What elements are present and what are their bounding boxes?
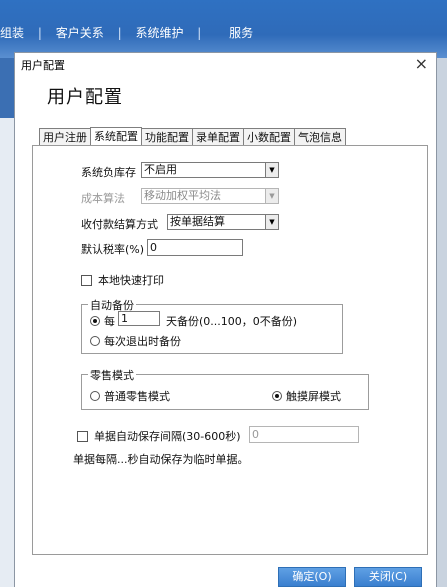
- backup-every-row: 每: [90, 313, 115, 329]
- auto-save-row: 单据自动保存间隔(30-600秒): [77, 428, 241, 444]
- cost-method-value: 移动加权平均法: [144, 189, 221, 202]
- menu-item-service[interactable]: 服务: [229, 24, 253, 41]
- retail-normal-radio[interactable]: [90, 391, 100, 401]
- menu-separator: |: [37, 26, 42, 40]
- retail-normal-label: 普通零售模式: [104, 390, 170, 403]
- dropdown-arrow-icon: ▼: [265, 189, 278, 203]
- negative-stock-select[interactable]: 不启用 ▼: [141, 162, 279, 178]
- auto-save-note: 单据每隔...秒自动保存为临时单据。: [73, 453, 249, 466]
- backup-on-exit-row: 每次退出时备份: [90, 333, 181, 349]
- background-right-strip: [437, 58, 447, 587]
- backup-every-radio[interactable]: [90, 316, 100, 326]
- menu-item-assembly[interactable]: 组装: [0, 24, 24, 41]
- quick-print-checkbox[interactable]: [81, 274, 92, 286]
- dialog-title: 用户配置: [21, 59, 65, 72]
- payment-method-value: 按单据结算: [170, 215, 225, 228]
- close-icon[interactable]: ×: [415, 54, 428, 73]
- backup-on-exit-radio[interactable]: [90, 336, 100, 346]
- auto-save-interval-input[interactable]: 0: [249, 426, 359, 443]
- cost-method-label: 成本算法: [81, 192, 125, 205]
- retail-mode-group: 零售模式 普通零售模式 触摸屏模式: [81, 367, 369, 410]
- menu-item-customer-relations[interactable]: 客户关系: [56, 24, 104, 41]
- cost-method-select[interactable]: 移动加权平均法 ▼: [141, 188, 279, 204]
- menu-separator: |: [197, 26, 202, 40]
- backup-days-suffix: 天备份(0...100，0不备份): [166, 315, 298, 328]
- negative-stock-value: 不启用: [144, 163, 177, 176]
- app-menu-bar: 组装 | 客户关系 | 系统维护 | 服务: [0, 0, 447, 58]
- user-config-dialog: 用户配置 × 用户配置 用户注册 系统配置 功能配置 录单配置 小数配置 气泡信息 系统负…: [14, 52, 437, 587]
- app-menu: 组装 | 客户关系 | 系统维护 | 服务: [0, 24, 253, 41]
- retail-normal-row: 普通零售模式: [90, 388, 170, 404]
- default-tax-input[interactable]: 0: [147, 239, 243, 256]
- dropdown-arrow-icon: ▼: [265, 215, 278, 229]
- backup-every-prefix: 每: [104, 315, 115, 328]
- auto-backup-group: 自动备份 每 1 天备份(0...100，0不备份) 每次退出时备份: [81, 297, 343, 354]
- tab-bar: 用户注册 系统配置 功能配置 录单配置 小数配置 气泡信息: [39, 126, 346, 148]
- backup-days-input[interactable]: 1: [118, 311, 160, 326]
- background-left-strip: [0, 58, 14, 587]
- retail-mode-title: 零售模式: [88, 367, 136, 383]
- negative-stock-label: 系统负库存: [81, 166, 136, 179]
- close-button[interactable]: 关闭(C): [354, 567, 422, 587]
- payment-method-select[interactable]: 按单据结算 ▼: [167, 214, 279, 230]
- menu-item-system-maintenance[interactable]: 系统维护: [135, 24, 183, 41]
- menu-separator: |: [117, 26, 122, 40]
- page-title: 用户配置: [47, 87, 123, 108]
- quick-print-label: 本地快速打印: [98, 274, 164, 287]
- auto-save-checkbox[interactable]: [77, 430, 88, 442]
- retail-touch-radio[interactable]: [272, 391, 282, 401]
- retail-touch-label: 触摸屏模式: [286, 390, 341, 403]
- system-config-panel: 系统负库存 不启用 ▼ 成本算法 移动加权平均法 ▼ 收付款结算方式 按单据结算…: [32, 145, 428, 555]
- dropdown-arrow-icon: ▼: [265, 163, 278, 177]
- auto-save-label: 单据自动保存间隔(30-600秒): [94, 430, 241, 443]
- backup-on-exit-label: 每次退出时备份: [104, 335, 181, 348]
- ok-button[interactable]: 确定(O): [278, 567, 346, 587]
- quick-print-row: 本地快速打印: [81, 272, 164, 288]
- default-tax-label: 默认税率(%): [81, 243, 145, 256]
- retail-touch-row: 触摸屏模式: [272, 388, 341, 404]
- payment-method-label: 收付款结算方式: [81, 218, 158, 231]
